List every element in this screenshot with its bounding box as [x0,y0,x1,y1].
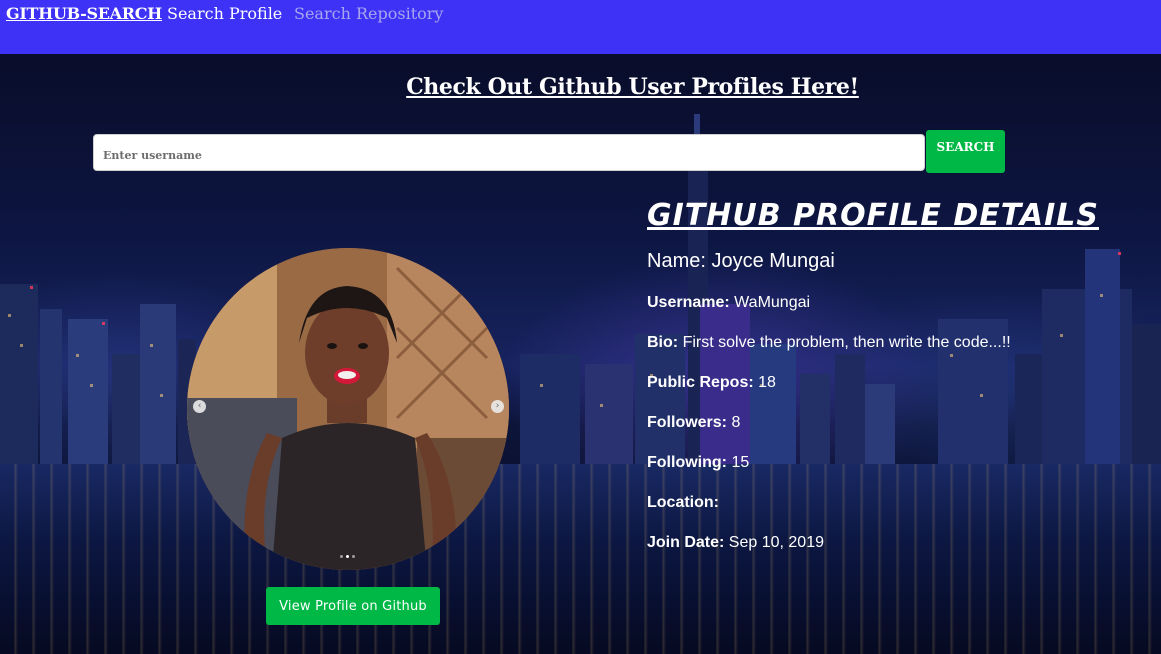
carousel-prev-icon[interactable]: ‹ [193,400,206,413]
detail-label: Following: [647,454,727,471]
nav-search-repository[interactable]: Search Repository [294,4,443,23]
carousel-next-icon[interactable]: › [491,400,504,413]
search-button[interactable]: SEARCH [926,130,1005,173]
profile-avatar-carousel [187,248,509,570]
detail-value: WaMungai [734,294,811,311]
detail-label: Username: [647,294,730,311]
detail-username: Username: WaMungai [647,294,810,312]
detail-join-date: Join Date: Sep 10, 2019 [647,534,824,552]
detail-followers: Followers: 8 [647,414,740,432]
detail-location: Location: [647,494,719,512]
carousel-dot[interactable] [352,555,355,558]
username-search-input[interactable] [93,134,925,171]
profile-name-value: Joyce Mungai [711,250,835,272]
carousel-dot-active[interactable] [346,555,349,558]
detail-value: 8 [731,414,741,431]
nav-search-profile[interactable]: Search Profile [167,4,282,23]
avatar-photo [187,248,509,570]
brand-link[interactable]: GITHUB-SEARCH [6,4,162,23]
profile-name-label: Name: [647,250,706,272]
navbar: GITHUB-SEARCH Search Profile Search Repo… [0,0,1161,54]
detail-label: Join Date: [647,534,725,551]
carousel-indicators [340,555,355,558]
detail-label: Followers: [647,414,728,431]
detail-label: Location: [647,494,719,511]
page-title: Check Out Github User Profiles Here! [406,74,859,100]
detail-following: Following: 15 [647,454,749,472]
detail-value: First solve the problem, then write the … [682,334,1011,351]
detail-bio: Bio: First solve the problem, then write… [647,334,1011,352]
profile-name: Name: Joyce Mungai [647,250,835,273]
detail-label: Bio: [647,334,679,351]
detail-value: 15 [731,454,750,471]
detail-public-repos: Public Repos: 18 [647,374,776,392]
water-reflection [0,464,1161,654]
detail-value: 18 [758,374,776,391]
detail-value: Sep 10, 2019 [728,534,824,551]
carousel-dot[interactable] [340,555,343,558]
profile-details-title: GITHUB PROFILE DETAILS [647,198,1099,233]
view-profile-on-github-button[interactable]: View Profile on Github [266,587,440,625]
detail-label: Public Repos: [647,374,754,391]
